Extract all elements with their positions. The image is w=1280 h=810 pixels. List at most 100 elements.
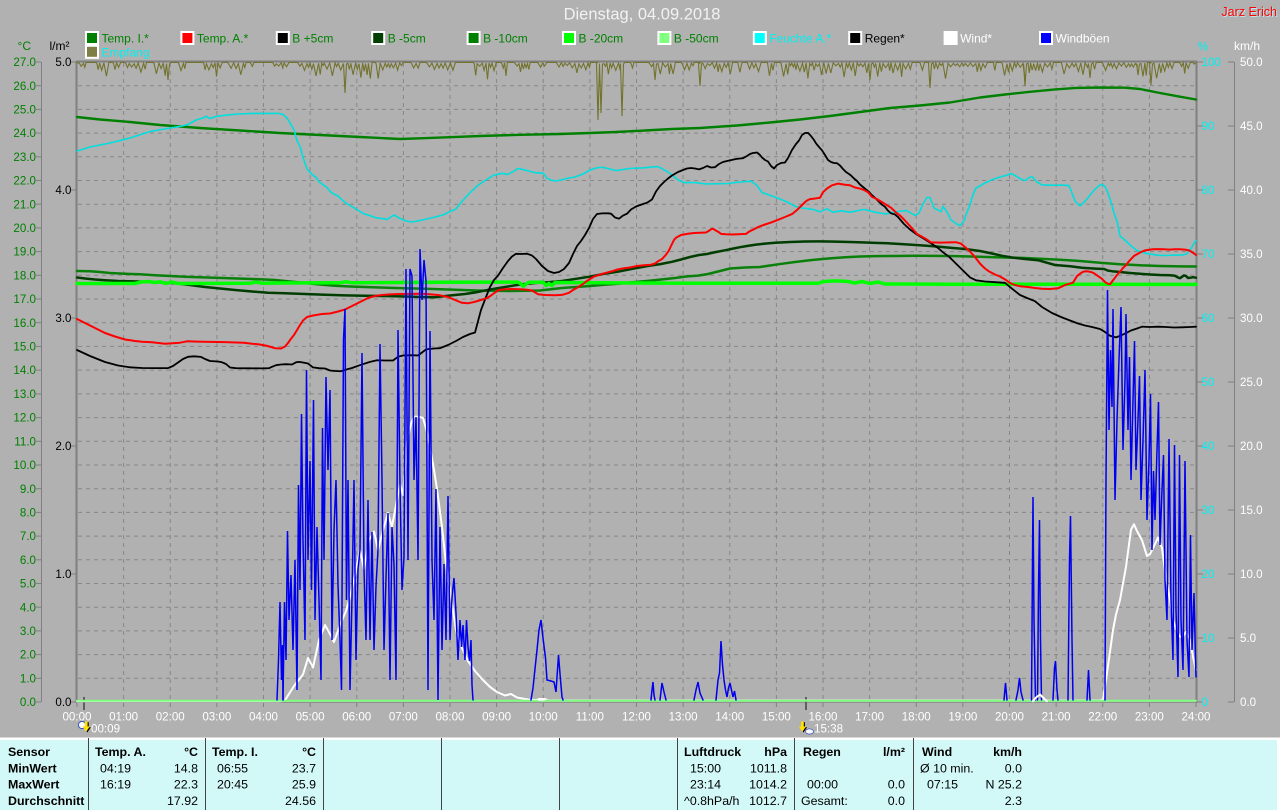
svg-text:15:00: 15:00 xyxy=(762,710,791,723)
svg-text:16.0: 16.0 xyxy=(13,317,36,330)
svg-text:16:00: 16:00 xyxy=(808,710,837,723)
svg-text:07:15: 07:15 xyxy=(927,778,958,792)
svg-text:20:00: 20:00 xyxy=(995,710,1024,723)
svg-text:Feuchte A.*: Feuchte A.* xyxy=(769,32,831,46)
svg-text:04:00: 04:00 xyxy=(249,710,278,723)
svg-text:00:00: 00:00 xyxy=(62,710,91,723)
svg-text:14.0: 14.0 xyxy=(13,364,36,377)
svg-text:°C: °C xyxy=(302,745,316,759)
svg-text:°C: °C xyxy=(18,39,32,53)
svg-text:1011.8: 1011.8 xyxy=(750,761,787,775)
svg-text:22.0: 22.0 xyxy=(13,175,36,188)
svg-text:30.0: 30.0 xyxy=(1240,312,1263,325)
svg-text:Temp. I.*: Temp. I.* xyxy=(102,32,150,46)
svg-text:20.0: 20.0 xyxy=(1240,440,1263,453)
svg-text:30: 30 xyxy=(1202,504,1215,517)
svg-text:Gesamt:: Gesamt: xyxy=(801,794,848,808)
svg-text:Durchschnitt: Durchschnitt xyxy=(8,794,84,808)
svg-text:0.0: 0.0 xyxy=(888,794,905,808)
svg-text:22.3: 22.3 xyxy=(174,778,198,792)
svg-text:B -10cm: B -10cm xyxy=(483,32,528,46)
svg-text:16:19: 16:19 xyxy=(100,778,131,792)
svg-text:10:00: 10:00 xyxy=(529,710,558,723)
svg-text:15:38: 15:38 xyxy=(814,723,843,736)
svg-text:23:00: 23:00 xyxy=(1135,710,1164,723)
svg-text:5.0: 5.0 xyxy=(20,578,36,591)
svg-text:0.0: 0.0 xyxy=(888,778,905,792)
svg-text:20:45: 20:45 xyxy=(217,778,248,792)
svg-text:0.0: 0.0 xyxy=(1240,696,1256,709)
svg-text:18:00: 18:00 xyxy=(902,710,931,723)
svg-text:MaxWert: MaxWert xyxy=(8,778,59,792)
svg-text:50.0: 50.0 xyxy=(1240,56,1263,69)
svg-text:17.0: 17.0 xyxy=(13,293,36,306)
svg-text:Wind*: Wind* xyxy=(960,32,992,46)
svg-text:12.0: 12.0 xyxy=(13,412,36,425)
svg-text:06:00: 06:00 xyxy=(342,710,371,723)
svg-text:02:00: 02:00 xyxy=(156,710,185,723)
svg-text:15.0: 15.0 xyxy=(1240,504,1263,517)
svg-text:N 25.2: N 25.2 xyxy=(985,778,1022,792)
svg-text:25.0: 25.0 xyxy=(1240,376,1263,389)
svg-text:2.3: 2.3 xyxy=(1005,794,1022,808)
svg-text:0.0: 0.0 xyxy=(1005,761,1022,775)
svg-text:hPa: hPa xyxy=(764,745,787,759)
svg-text:70: 70 xyxy=(1202,248,1215,261)
svg-text:°C: °C xyxy=(184,745,198,759)
svg-text:Temp. A.: Temp. A. xyxy=(95,745,146,759)
svg-text:26.0: 26.0 xyxy=(13,80,36,93)
svg-text:B -50cm: B -50cm xyxy=(674,32,719,46)
svg-text:5.0: 5.0 xyxy=(55,56,71,69)
svg-text:0.0: 0.0 xyxy=(20,696,36,709)
svg-text:6.0: 6.0 xyxy=(20,554,36,567)
svg-text:100: 100 xyxy=(1202,56,1221,69)
svg-text:l/m²: l/m² xyxy=(883,745,905,759)
svg-text:21:00: 21:00 xyxy=(1042,710,1071,723)
svg-text:27.0: 27.0 xyxy=(13,56,36,69)
svg-text:11.0: 11.0 xyxy=(14,435,36,448)
svg-text:06:55: 06:55 xyxy=(217,761,248,775)
svg-text:14.8: 14.8 xyxy=(174,761,198,775)
svg-text:Windböen: Windböen xyxy=(1056,32,1110,46)
svg-text:13.0: 13.0 xyxy=(13,388,36,401)
svg-text:23:14: 23:14 xyxy=(690,778,721,792)
svg-text:19:00: 19:00 xyxy=(948,710,977,723)
svg-text:13:00: 13:00 xyxy=(669,710,698,723)
svg-text:Ø 10 min.: Ø 10 min. xyxy=(920,761,974,775)
svg-text:3.0: 3.0 xyxy=(55,312,71,325)
svg-text:8.0: 8.0 xyxy=(20,506,36,519)
svg-text:24.56: 24.56 xyxy=(285,794,316,808)
svg-text:60: 60 xyxy=(1202,312,1215,325)
svg-text:04:19: 04:19 xyxy=(100,761,131,775)
svg-text:24:00: 24:00 xyxy=(1181,710,1210,723)
svg-text:1.0: 1.0 xyxy=(20,672,36,685)
svg-text:2.0: 2.0 xyxy=(20,649,36,662)
svg-text:25.9: 25.9 xyxy=(292,778,316,792)
svg-text:23.0: 23.0 xyxy=(13,151,36,164)
svg-text:4.0: 4.0 xyxy=(20,601,36,614)
svg-text:1012.7: 1012.7 xyxy=(749,794,787,808)
svg-text:3.0: 3.0 xyxy=(20,625,36,638)
svg-text:08:00: 08:00 xyxy=(435,710,464,723)
svg-text:0: 0 xyxy=(1202,696,1208,709)
svg-text:25.0: 25.0 xyxy=(13,104,36,117)
svg-text:11:00: 11:00 xyxy=(576,710,604,723)
svg-text:21.0: 21.0 xyxy=(13,198,36,211)
svg-text:km/h: km/h xyxy=(993,745,1022,759)
svg-text:00:09: 00:09 xyxy=(91,723,120,736)
svg-text:Empfang: Empfang xyxy=(102,46,150,60)
svg-text:20.0: 20.0 xyxy=(13,222,36,235)
svg-text:B -5cm: B -5cm xyxy=(388,32,426,46)
svg-text:17:00: 17:00 xyxy=(855,710,884,723)
svg-text:15:00: 15:00 xyxy=(690,761,721,775)
svg-text:18.0: 18.0 xyxy=(13,269,36,282)
svg-text:40: 40 xyxy=(1202,440,1215,453)
svg-text:12:00: 12:00 xyxy=(622,710,651,723)
svg-text:23.7: 23.7 xyxy=(292,761,316,775)
svg-text:14:00: 14:00 xyxy=(715,710,744,723)
svg-text:80: 80 xyxy=(1202,184,1215,197)
svg-text:Luftdruck: Luftdruck xyxy=(684,745,741,759)
svg-text:15.0: 15.0 xyxy=(13,341,36,354)
svg-text:4.0: 4.0 xyxy=(55,184,71,197)
svg-text:Temp. I.: Temp. I. xyxy=(212,745,258,759)
